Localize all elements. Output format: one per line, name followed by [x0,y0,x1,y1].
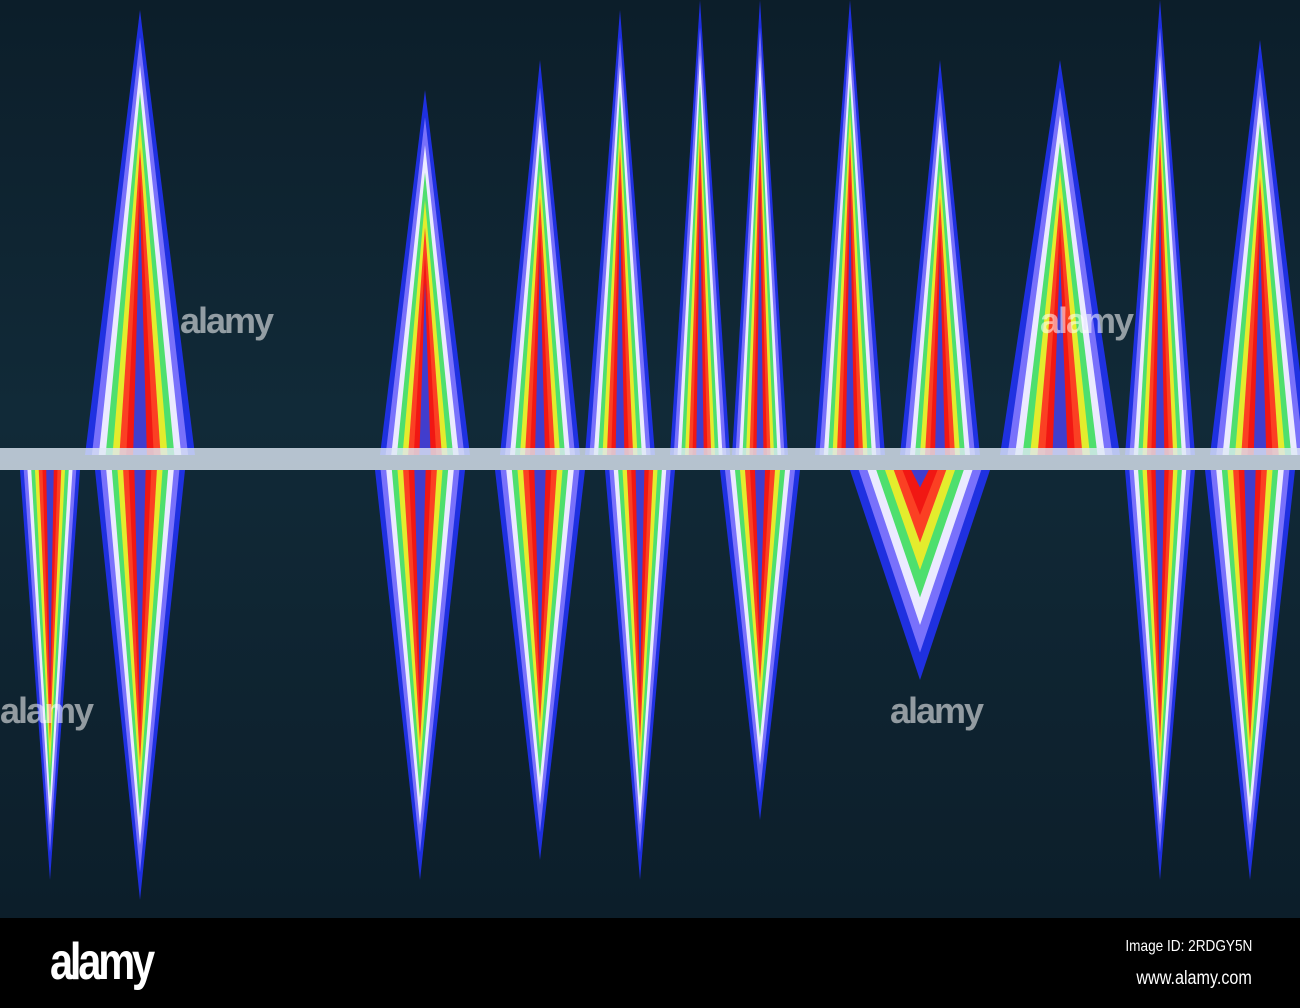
glitch-art [0,0,1300,900]
watermark: alamy [1040,300,1134,341]
website-link: www.alamy.com [1136,968,1252,989]
horizon-line [0,448,1300,470]
alamy-logo: alamy [50,933,155,991]
watermark: alamy [0,690,94,731]
glitch-rainbow-image: alamy alamy alamy alamy [0,0,1300,918]
stock-photo: alamy alamy alamy alamy alamy Image ID: … [0,0,1300,1008]
image-id: Image ID: 2RDGY5N [1125,938,1252,955]
footer-bar: alamy Image ID: 2RDGY5N www.alamy.com [0,918,1300,1008]
watermark: alamy [890,690,984,731]
watermark: alamy [180,300,274,341]
